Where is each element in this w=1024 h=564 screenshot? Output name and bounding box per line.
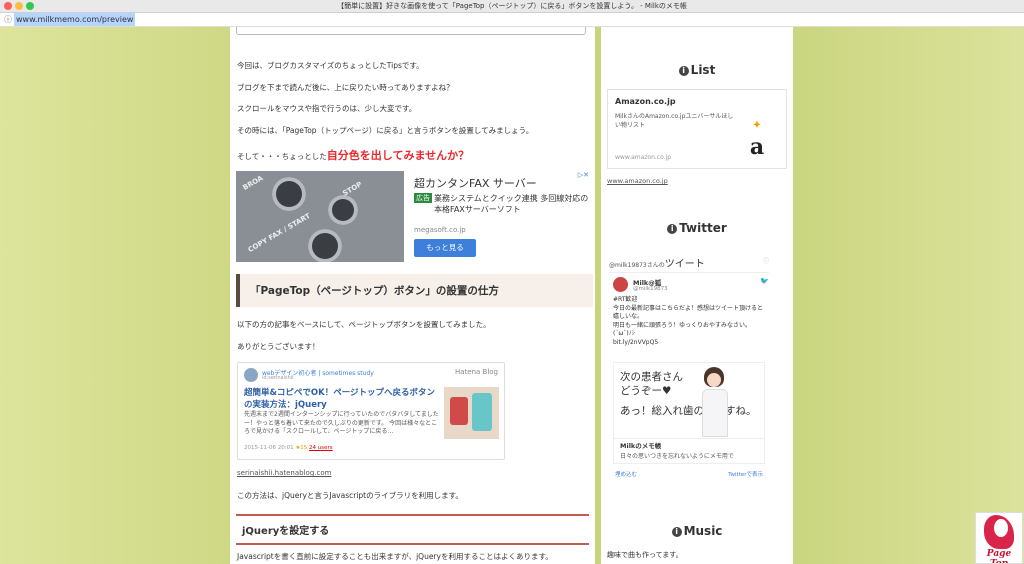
amazon-link[interactable]: www.amazon.co.jp [607,177,668,185]
address-bar[interactable]: ⓘ www.milkmemo.com/preview [0,13,1024,27]
list-widget-title: i List [601,63,793,77]
ad-image-button [308,229,342,262]
emphasis-prefix: そして・・・ちょっとした [237,152,327,161]
ad-tag: 広告 [414,193,432,203]
ad-choices-icon[interactable]: ▷✕ [578,171,589,179]
tweet-link-card[interactable]: Milkのメモ帳 日々の思いつきを忘れないようにメモ用で [613,437,765,464]
blog-card-description: 先週末まで2週間インターンシップに行っていたのでバタバタしてましたー！やっと落ち… [244,411,439,435]
info-icon[interactable]: ⓘ [763,256,769,265]
paragraph-6: ありがとうございます！ [237,342,320,351]
twitter-bird-icon: 🐦 [760,277,769,285]
ad-domain: megasoft.co.jp [414,226,466,234]
blog-card-user: id:serinaishii [262,375,294,381]
source-link[interactable]: serinaishii.hatenablog.com [237,469,331,477]
tweet-card-title: Milkのメモ帳 [620,442,662,450]
tweet-handle[interactable]: @milk19873 [633,286,668,292]
media-text-1: 次の患者さん [620,371,683,383]
twitter-widget-title: i Twitter [601,221,793,235]
ad-text: 業務システムとクイック連携 多回線対応の本格FAXサーバーソフト [434,194,589,214]
tweet-media[interactable]: 次の患者さん どうぞー♥ あっ！総入れ歯の方ですね。 [613,362,765,439]
section-heading-1-text: 「PageTop（ページトップ）ボタン」の設置の仕方 [250,285,499,297]
section-heading-1: 「PageTop（ページトップ）ボタン」の設置の仕方 [236,274,593,307]
blog-card[interactable]: webデザイン初心者 | sometimes study id:serinais… [237,362,505,460]
ad-image-label: STOP [341,180,364,198]
info-icon: i [678,66,689,76]
embed-link[interactable]: 埋め込む [615,470,637,478]
hatena-blog-label: Hatena Blog [454,368,498,376]
ad-image[interactable]: BROA STOP COPY FAX / START [236,171,404,262]
info-icon: i [667,224,678,234]
url-text[interactable]: www.milkmemo.com/preview [14,13,136,26]
ad-block[interactable]: BROA STOP COPY FAX / START 超カンタンFAX サーバー… [236,171,589,262]
star-count: ★15 [295,445,308,451]
amazon-logo-icon: ✦ a [749,120,765,160]
window-titlebar: 【簡単に設置】好きな画像を使って「PageTop（ページトップ）に戻る」ボタンを… [0,0,1024,13]
media-illustration [700,367,728,437]
blog-card-thumbnail[interactable] [444,387,499,439]
article-column: 今回は、ブログカスタマイズのちょっとしたTipsです。 ブログを下まで読んだ後に… [230,27,595,564]
view-on-twitter-link[interactable]: Twitterで表示 [728,470,763,478]
ad-image-button [328,195,358,225]
paragraph-2: ブログを下まで読んだ後に、上に戻りたい時ってありますよね？ [237,83,454,92]
amazon-widget[interactable]: Amazon.co.jp MilkさんのAmazon.co.jpユニバーサルほし… [607,89,787,169]
paragraph-3: スクロールをマウスや指で行うのは、少し大変です。 [237,104,417,113]
paragraph-1: 今回は、ブログカスタマイズのちょっとしたTipsです。 [237,61,424,70]
timeline-header: @milk19873さんのツイート [609,259,705,270]
window-title: 【簡単に設置】好きな画像を使って「PageTop（ページトップ）に戻る」ボタンを… [337,2,687,10]
media-text-2: どうぞー♥ [620,385,672,397]
page-top-button[interactable]: Page Top [975,512,1023,564]
ad-more-button[interactable]: もっと見る [414,239,476,257]
sidebar: i List Amazon.co.jp MilkさんのAmazon.co.jpユニ… [601,27,793,564]
paragraph-5: 以下の方の記事をベースにして、ページトップボタンを設置してみました。 [237,320,491,329]
emphasis-text: 自分色を出してみませんか？ [326,149,470,162]
avatar[interactable] [613,277,628,292]
music-text: 趣味で曲も作ってます。 [607,551,683,559]
blog-card-title[interactable]: 超簡単&コピペでOK！ページトップへ戻るボタンの実装方法：jQuery [244,387,440,411]
avatar [244,368,258,382]
ad-title[interactable]: 超カンタンFAX サーバー [414,175,537,191]
media-text-3: あっ！総入れ歯の方ですね。 [620,405,757,417]
top-box [236,27,586,35]
page-top-label: Page Top [986,549,1012,564]
paragraph-8: Javascriptを書く直前に設定することも出来ますが、jQueryを利用する… [237,552,553,561]
paragraph-7: この方法は、jQueryと言うJavascriptのライブラリを利用します。 [237,491,463,500]
tweet-card-desc: 日々の思いつきを忘れないようにメモ用で [620,453,734,460]
paragraph-4: その時には、「PageTop（トップページ）に戻る」と言うボタンを設置してみまし… [237,126,534,135]
ad-image-button [272,177,306,211]
amazon-description: MilkさんのAmazon.co.jpユニバーサルほしい物リスト [615,113,734,129]
info-icon: i [671,527,682,537]
amazon-name[interactable]: Amazon.co.jp [615,97,676,106]
blog-card-meta: 2015-11-06 20:01 ★15 24 users [244,445,333,451]
bookmark-users[interactable]: 24 users [309,445,333,451]
twitter-timeline[interactable]: @milk19873さんのツイート ⓘ Milk@狐 @milk19873 🐦 … [609,249,769,485]
ad-image-label: BROA [241,174,265,192]
section-heading-2: jQueryを設定する [236,514,589,545]
music-widget-title: i Music [601,524,793,538]
tweet-body: #RT歓迎 今日の最新記事はこちらだよ！感想はツイート頂けると嬉しいな。 明日も… [613,296,764,346]
section-heading-2-text: jQueryを設定する [242,526,330,537]
info-icon[interactable]: ⓘ [4,14,12,25]
blog-card-date: 2015-11-06 20:01 [244,445,294,451]
ad-image-label: COPY FAX / START [246,211,312,255]
amazon-footer: www.amazon.co.jp [615,154,672,161]
emphasis-paragraph: そして・・・ちょっとした自分色を出してみませんか？ [237,147,469,163]
